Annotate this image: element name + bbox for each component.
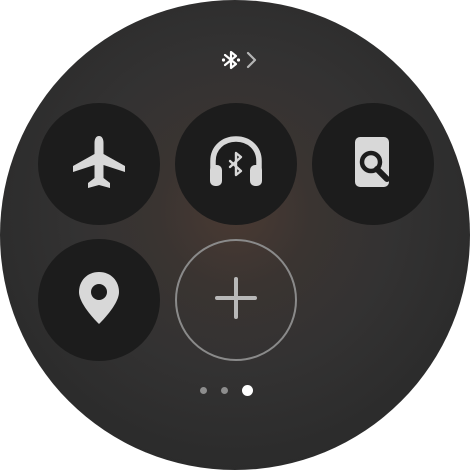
page-dot-1 (200, 386, 207, 394)
bluetooth-icon (221, 49, 241, 75)
find-device-toggle[interactable] (312, 103, 434, 225)
bluetooth-headphones-toggle[interactable] (175, 103, 297, 225)
airplane-mode-toggle[interactable] (38, 103, 160, 225)
chevron-right-icon (245, 50, 259, 74)
location-toggle[interactable] (38, 239, 160, 361)
location-pin-icon (69, 268, 129, 332)
quick-panel-screen (0, 0, 470, 470)
plus-icon (211, 273, 261, 327)
add-tile-button[interactable] (175, 239, 297, 361)
page-indicator (200, 382, 270, 398)
connection-status[interactable] (221, 50, 273, 74)
page-dot-2 (221, 386, 228, 394)
bluetooth-headphones-icon (205, 131, 267, 197)
page-dot-3-current (242, 384, 253, 396)
phone-search-icon (343, 132, 403, 196)
airplane-icon (69, 132, 129, 196)
